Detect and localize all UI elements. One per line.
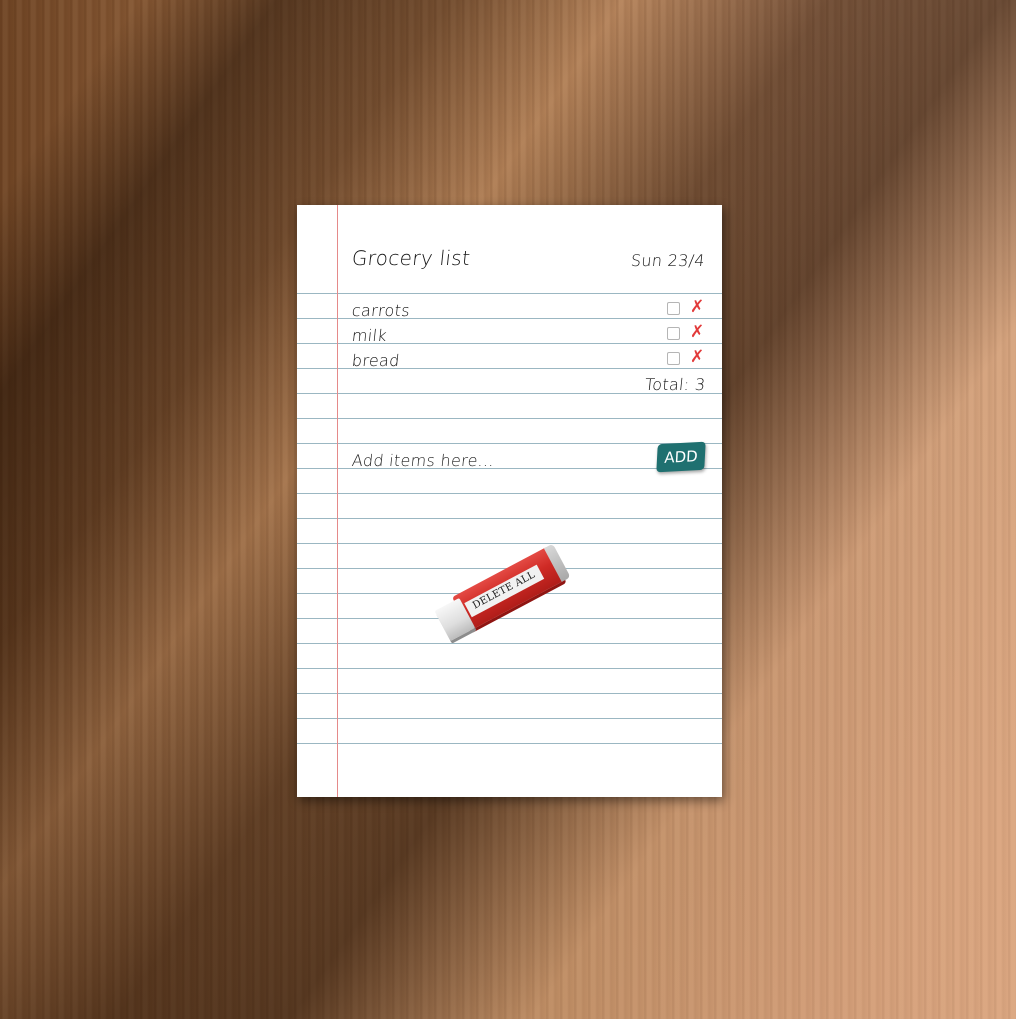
notepad-paper: Grocery list Sun 23/4 carrots ✗ milk ✗ b… (297, 205, 722, 797)
item-checkbox[interactable] (667, 302, 680, 315)
add-item-input[interactable]: Add items here... (351, 451, 643, 470)
delete-icon[interactable]: ✗ (690, 347, 704, 367)
item-checkbox[interactable] (667, 352, 680, 365)
list-date: Sun 23/4 (630, 251, 706, 270)
add-button[interactable]: ADD (656, 441, 706, 473)
item-name: milk (351, 326, 388, 345)
delete-icon[interactable]: ✗ (690, 322, 704, 342)
list-title: Grocery list (350, 246, 472, 270)
delete-icon[interactable]: ✗ (690, 297, 704, 317)
list-item: bread ✗ (297, 346, 722, 371)
margin-line (337, 205, 338, 797)
item-name: carrots (351, 301, 411, 320)
delete-all-eraser-button[interactable]: DELETE ALL (433, 543, 574, 647)
paper-footer-area (297, 750, 722, 797)
list-item: carrots ✗ (297, 296, 722, 321)
item-name: bread (351, 351, 401, 370)
total-count: Total: 3 (643, 375, 706, 394)
list-item: milk ✗ (297, 321, 722, 346)
item-checkbox[interactable] (667, 327, 680, 340)
